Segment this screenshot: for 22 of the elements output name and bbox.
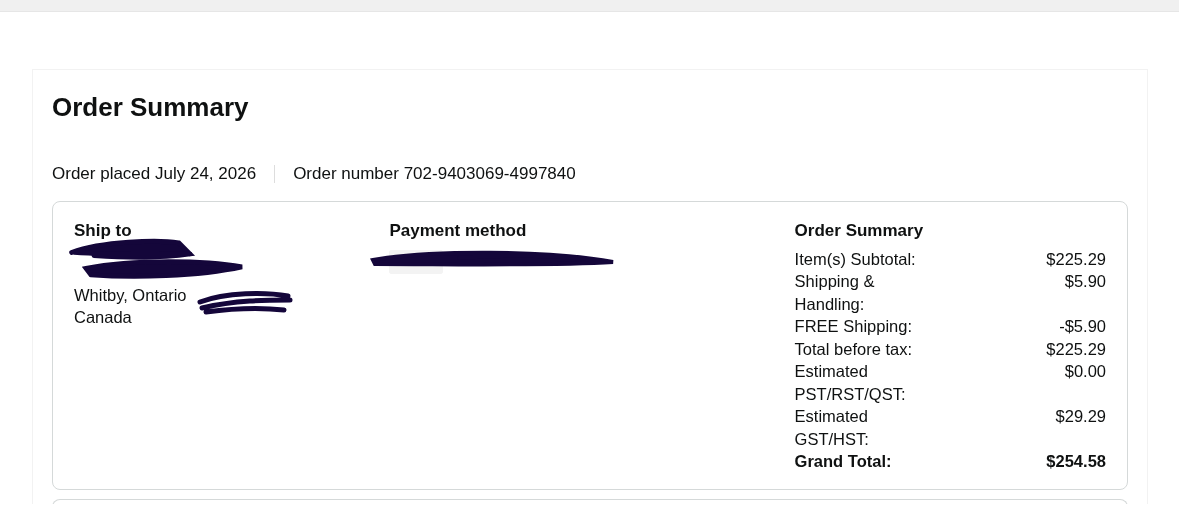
section-heading: Ship to bbox=[74, 219, 133, 242]
address-line: Whitby, Ontario bbox=[74, 285, 187, 304]
summary-amount: $225.29 bbox=[1046, 338, 1106, 360]
summary-amount: -$5.90 bbox=[1059, 316, 1106, 337]
summary-amount: $29.29 bbox=[1055, 406, 1106, 427]
summary-amount: $5.90 bbox=[1064, 271, 1106, 292]
summary-label: Total before tax: bbox=[794, 338, 913, 360]
summary-label: Grand Total: bbox=[794, 451, 893, 472]
summary-label: Item(s) Subtotal: bbox=[794, 248, 917, 270]
summary-amount: $254.58 bbox=[1046, 451, 1106, 472]
address-line: Canada bbox=[74, 308, 132, 326]
order-info: Order placed July 24, 2026 bbox=[52, 163, 257, 185]
summary-amount: $225.29 bbox=[1046, 248, 1106, 270]
order-info: Order number 702-9403069-4997840 bbox=[293, 163, 576, 185]
summary-amount: $0.00 bbox=[1064, 361, 1106, 382]
section-heading: Order Summary bbox=[794, 219, 925, 242]
section-heading: Payment method bbox=[389, 219, 528, 242]
summary-label: Estimated GST/HST: bbox=[794, 406, 870, 450]
summary-label: Estimated PST/RST/QST: bbox=[794, 361, 907, 405]
page-title: Order Summary bbox=[52, 91, 250, 124]
summary-label: Shipping & Handling: bbox=[794, 271, 876, 315]
summary-label: FREE Shipping: bbox=[794, 316, 913, 337]
